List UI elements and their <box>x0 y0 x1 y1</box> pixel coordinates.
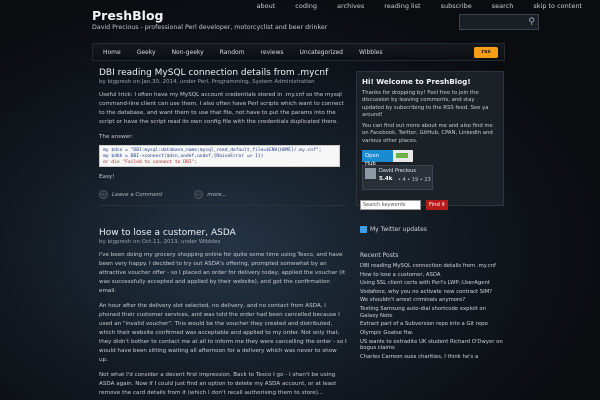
code-block: my $dsn = "DBI:mysql:database_name;mysql… <box>99 145 340 167</box>
twitter-widget[interactable]: My Twitter updates <box>360 226 427 233</box>
post-body: Useful trick: I often have my MySQL acco… <box>99 91 347 142</box>
list-item[interactable]: DBI reading MySQL connection details fro… <box>360 263 505 270</box>
post-paragraph: Not what I'd consider a decent first imp… <box>99 372 337 396</box>
post-divider <box>99 205 347 206</box>
header-search-input[interactable]: ⚲ <box>459 14 539 30</box>
openhub-label: Open Hub <box>362 150 393 167</box>
list-item[interactable]: Using SSL client certs with Perl's LWP::… <box>360 280 505 287</box>
welcome-heading: Hi! Welcome to PreshBlog! <box>362 77 471 86</box>
sidebar-search: Search keywords Find it <box>360 200 448 210</box>
more-icon: … <box>194 190 204 199</box>
post-body: I've been doing my grocery shopping onli… <box>99 251 347 398</box>
code-line: or die "Failed to connect to DBI"; <box>103 160 198 165</box>
magnifier-icon[interactable]: ⚲ <box>528 17 535 27</box>
list-item[interactable]: How to lose a customer, ASDA <box>360 272 505 279</box>
find-it-button[interactable]: Find it <box>426 200 448 210</box>
top-link-reading-list[interactable]: reading list <box>374 2 430 10</box>
recent-posts-heading: Recent Posts <box>360 252 399 259</box>
nav-item-geeky[interactable]: Geeky <box>129 49 164 56</box>
nav-item-non-geeky[interactable]: Non-geeky <box>164 49 212 56</box>
avatar <box>365 168 376 180</box>
list-item[interactable]: Testing Samsung auto-dial shortcode expl… <box>360 306 505 320</box>
list-item[interactable]: We shouldn't arrest criminals anymore? <box>360 297 505 304</box>
badge-reputation: 5.4k <box>379 176 393 183</box>
post-body-end: Easy! <box>99 173 347 182</box>
nav-item-random[interactable]: Random <box>212 49 253 56</box>
openhub-kudo-icon <box>393 150 413 163</box>
comment-bubble-icon: … <box>99 190 108 199</box>
twitter-label: My Twitter updates <box>370 226 427 233</box>
welcome-widget: Hi! Welcome to PreshBlog! Thanks for dro… <box>356 71 504 206</box>
top-link-archives[interactable]: archives <box>327 2 374 10</box>
list-item[interactable]: Extract part of a Subversion repo into a… <box>360 321 505 328</box>
stackoverflow-badge[interactable]: David Precious 5.4k • 4 • 19 • 23 <box>362 165 433 191</box>
sidebar-search-input[interactable]: Search keywords <box>360 200 421 210</box>
post-paragraph: An hour after the delivery slot selected… <box>99 303 347 363</box>
post-title[interactable]: DBI reading MySQL connection details fro… <box>99 68 347 78</box>
list-item[interactable]: US wants to extradite UK student Richard… <box>360 339 505 353</box>
leave-comment-label: Leave a Comment <box>112 191 163 198</box>
badge-name: David Precious <box>379 168 416 175</box>
site-title[interactable]: PreshBlog <box>92 8 327 23</box>
post-paragraph: Easy! <box>99 174 115 180</box>
post-asda: How to lose a customer, ASDA by bigpresh… <box>99 228 347 398</box>
recent-posts-list: DBI reading MySQL connection details fro… <box>360 263 505 361</box>
top-link-search[interactable]: search <box>482 2 524 10</box>
post-meta: by bigpresh on Oct.11, 2013, under Wibbl… <box>99 239 221 245</box>
nav-item-uncategorized[interactable]: Uncategorized <box>292 49 351 56</box>
twitter-icon <box>360 226 367 233</box>
post-dbi: DBI reading MySQL connection details fro… <box>99 68 347 206</box>
list-item[interactable]: Vodafone, why you no activate new contra… <box>360 289 505 296</box>
recent-posts: Recent Posts DBI reading MySQL connectio… <box>360 252 505 363</box>
post-paragraph: Useful trick: I often have my MySQL acco… <box>99 92 344 125</box>
nav-item-reviews[interactable]: reviews <box>253 49 292 56</box>
post-paragraph: I've been doing my grocery shopping onli… <box>99 252 346 294</box>
welcome-text-links: You can find out more about me and also … <box>362 123 493 144</box>
top-link-skip-to-content[interactable]: skip to content <box>523 2 592 10</box>
badge-counts: • 4 • 19 • 23 <box>398 177 431 184</box>
rss-button[interactable]: rss <box>474 47 498 58</box>
leave-comment-link[interactable]: … Leave a Comment <box>99 190 162 199</box>
post-title[interactable]: How to lose a customer, ASDA <box>99 228 347 238</box>
site-header: PreshBlog David Precious - professional … <box>92 8 327 31</box>
openhub-badge[interactable]: Open Hub <box>362 150 498 167</box>
welcome-text: Thanks for dropping by! Feel free to joi… <box>362 90 489 118</box>
more-link[interactable]: … more... <box>194 190 227 199</box>
top-link-subscribe[interactable]: subscribe <box>431 2 482 10</box>
post-footer: … Leave a Comment … more... <box>99 190 347 199</box>
nav-item-home[interactable]: Home <box>95 49 129 56</box>
site-tagline: David Precious - professional Perl devel… <box>92 24 328 31</box>
post-meta: by bigpresh on Jan.30, 2014, under Perl,… <box>99 79 315 85</box>
list-item[interactable]: Charles Carreon sues charities, I think … <box>360 354 505 361</box>
main-nav: Home Geeky Non-geeky Random reviews Unca… <box>92 43 505 61</box>
more-label: more... <box>207 191 227 198</box>
nav-item-wibbles[interactable]: Wibbles <box>351 49 391 56</box>
list-item[interactable]: Olympic Goatse ftw. <box>360 330 505 337</box>
post-paragraph: The answer: <box>99 134 134 140</box>
